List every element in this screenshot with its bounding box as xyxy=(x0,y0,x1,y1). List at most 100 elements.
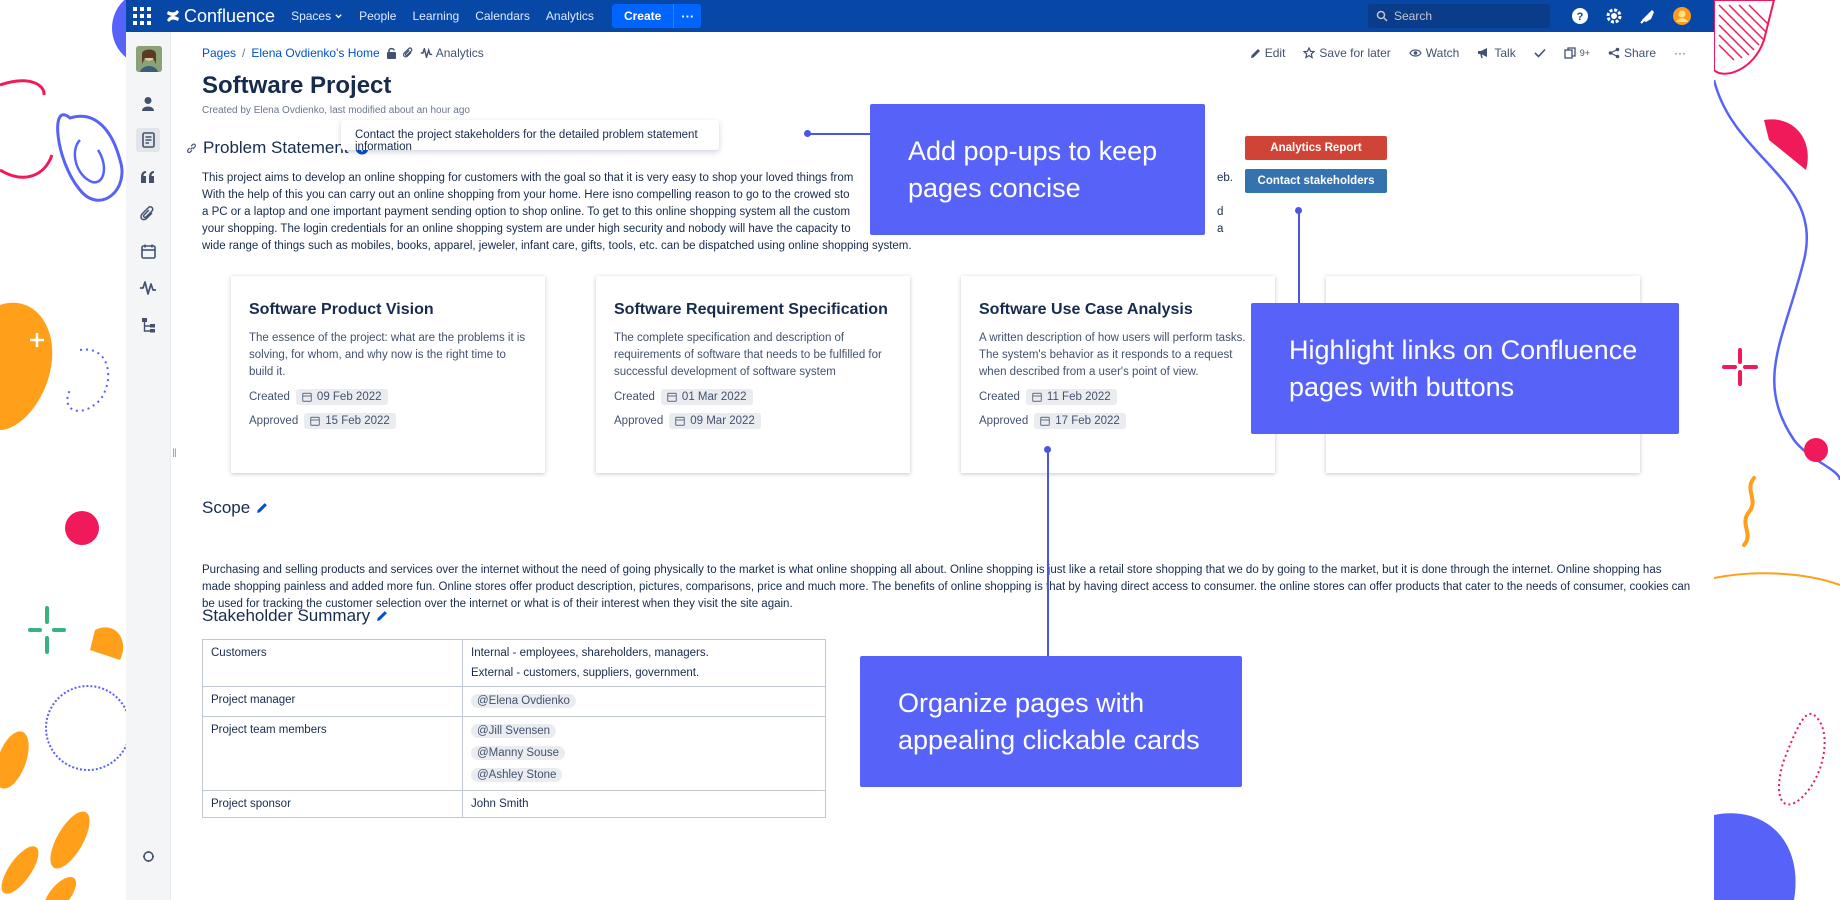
problem-text-fragment: a xyxy=(1217,223,1224,235)
copy-icon xyxy=(1564,47,1576,59)
scope-text: Purchasing and selling products and serv… xyxy=(202,564,1691,610)
analytics-icon xyxy=(420,48,432,58)
more-actions-button[interactable]: ··· xyxy=(1674,46,1686,60)
edit-button[interactable]: Edit xyxy=(1250,46,1286,60)
callout-buttons: Highlight links on Confluence pages with… xyxy=(1251,303,1679,434)
problem-statement-title: Problem Statement xyxy=(203,138,349,157)
table-row: Project team members @Jill Svensen @Mann… xyxy=(202,716,826,791)
callout-connector xyxy=(1298,211,1300,305)
calendar-icon xyxy=(310,416,321,426)
create-button[interactable]: Create xyxy=(612,4,673,28)
card-created-label: Created xyxy=(614,391,655,403)
pencil-icon xyxy=(1250,48,1260,58)
nav-analytics[interactable]: Analytics xyxy=(546,9,594,23)
callout-connector-dot xyxy=(804,130,811,137)
megaphone-icon xyxy=(1478,48,1488,59)
card-description: A written description of how users will … xyxy=(979,332,1246,378)
pages-icon[interactable] xyxy=(136,128,160,152)
problem-line: wide range of things such as mobiles, bo… xyxy=(202,240,912,252)
card-created-row: Created 11 Feb 2022 xyxy=(979,389,1257,405)
space-avatar[interactable] xyxy=(136,46,162,72)
nav-people[interactable]: People xyxy=(359,9,396,23)
nav-spaces[interactable]: Spaces xyxy=(291,9,343,23)
settings-icon[interactable] xyxy=(1604,6,1624,26)
share-button[interactable]: Share xyxy=(1608,46,1656,60)
table-cell-value: @Jill Svensen @Manny Souse @Ashley Stone xyxy=(462,716,826,791)
user-avatar-icon[interactable] xyxy=(1672,6,1692,26)
table-cell-role: Project sponsor xyxy=(202,790,463,818)
hierarchy-icon[interactable] xyxy=(136,313,160,337)
eye-icon xyxy=(1409,49,1422,57)
sidebar-resize-handle[interactable]: ‖ xyxy=(172,446,177,460)
user-mention[interactable]: @Elena Ovdienko xyxy=(471,694,576,708)
user-mention[interactable]: @Jill Svensen xyxy=(471,724,557,738)
table-cell-value: @Elena Ovdienko xyxy=(462,686,826,717)
card-requirement-specification[interactable]: Software Requirement Specification The c… xyxy=(596,276,910,473)
breadcrumb-pages[interactable]: Pages xyxy=(202,46,236,60)
people-icon[interactable] xyxy=(136,92,160,116)
inline-popup: Contact the project stakeholders for the… xyxy=(341,120,719,153)
pencil-icon[interactable] xyxy=(256,502,268,514)
breadcrumb-analytics[interactable]: Analytics xyxy=(420,46,484,60)
table-row: Project manager @Elena Ovdienko xyxy=(202,686,826,717)
create-more-button[interactable]: ··· xyxy=(673,4,701,28)
card-product-vision[interactable]: Software Product Vision The essence of t… xyxy=(231,276,545,473)
date-lozenge: 01 Mar 2022 xyxy=(660,389,753,405)
card-description: The complete specification and descripti… xyxy=(614,332,882,378)
save-for-later-button[interactable]: Save for later xyxy=(1303,46,1391,60)
decoration-left xyxy=(0,0,188,900)
quote-icon[interactable] xyxy=(136,165,160,189)
calendar-icon[interactable] xyxy=(136,239,160,263)
apps-grid-icon[interactable] xyxy=(126,0,158,32)
attachment-icon[interactable] xyxy=(136,202,160,226)
page-title: Software Project xyxy=(202,72,392,99)
restrictions-lock-icon[interactable] xyxy=(386,47,397,59)
cell-text: Internal - employees, shareholders, mana… xyxy=(471,647,709,659)
card-title: Software Requirement Specification xyxy=(614,301,888,318)
check-icon[interactable] xyxy=(1534,46,1546,60)
callout-connector-dot xyxy=(1295,207,1302,214)
nav-learning[interactable]: Learning xyxy=(412,9,459,23)
card-created-row: Created 09 Feb 2022 xyxy=(249,389,527,405)
edit-label: Edit xyxy=(1264,46,1286,60)
pencil-icon[interactable] xyxy=(376,610,388,622)
breadcrumb-home[interactable]: Elena Ovdienko's Home xyxy=(251,46,379,60)
stakeholder-table: Customers Internal - employees, sharehol… xyxy=(202,639,826,818)
help-icon[interactable]: ? xyxy=(1570,6,1590,26)
scope-heading: Scope xyxy=(202,498,268,518)
copies-button[interactable]: 9+ xyxy=(1564,46,1590,60)
calendar-icon xyxy=(675,416,686,426)
callout-connector xyxy=(808,133,870,135)
card-created-date: 01 Mar 2022 xyxy=(681,391,747,403)
chevron-down-icon xyxy=(335,13,342,18)
page-actions: Edit Save for later Watch Talk 9+ Share … xyxy=(1250,46,1686,60)
attachment-icon[interactable] xyxy=(402,47,414,59)
date-lozenge: 09 Feb 2022 xyxy=(295,389,388,405)
search-placeholder: Search xyxy=(1394,9,1433,23)
analytics-report-button[interactable]: Analytics Report xyxy=(1245,136,1387,160)
card-use-case-analysis[interactable]: Software Use Case Analysis A written des… xyxy=(961,276,1275,473)
talk-label: Talk xyxy=(1494,46,1516,60)
date-lozenge: 17 Feb 2022 xyxy=(1034,413,1126,429)
calendar-icon xyxy=(667,392,677,402)
user-mention[interactable]: @Manny Souse xyxy=(471,746,565,760)
star-icon xyxy=(1303,47,1316,59)
card-description: The essence of the project: what are the… xyxy=(249,332,526,378)
talk-button[interactable]: Talk xyxy=(1477,46,1516,60)
confluence-logo[interactable]: Confluence xyxy=(166,6,275,27)
nav-calendars[interactable]: Calendars xyxy=(475,9,530,23)
contact-stakeholders-button[interactable]: Contact stakeholders xyxy=(1245,169,1387,193)
card-created-row: Created 01 Mar 2022 xyxy=(614,389,892,405)
callout-connector xyxy=(1047,450,1049,656)
watch-button[interactable]: Watch xyxy=(1409,46,1460,60)
create-button-group: Create ··· xyxy=(611,4,702,28)
search-input[interactable]: Search xyxy=(1368,4,1550,28)
user-mention[interactable]: @Ashley Stone xyxy=(471,768,563,782)
table-row: Customers Internal - employees, sharehol… xyxy=(202,639,826,687)
analytics-icon[interactable] xyxy=(136,276,160,300)
collapse-sidebar-icon[interactable] xyxy=(136,844,160,868)
card-title: Software Product Vision xyxy=(249,301,434,318)
notifications-icon[interactable] xyxy=(1638,6,1658,26)
link-icon[interactable] xyxy=(186,142,197,154)
watch-label: Watch xyxy=(1425,46,1460,60)
